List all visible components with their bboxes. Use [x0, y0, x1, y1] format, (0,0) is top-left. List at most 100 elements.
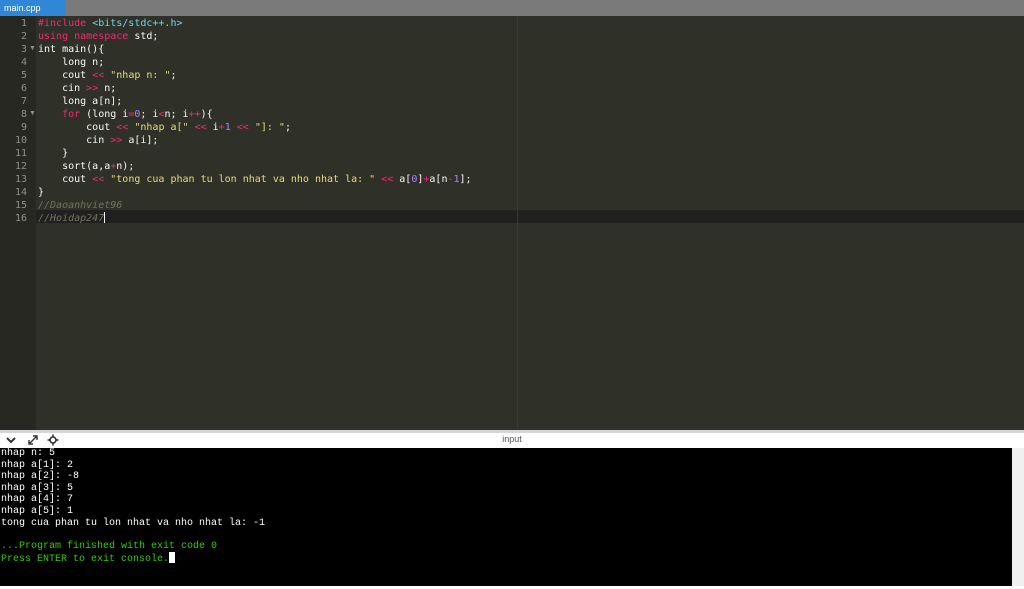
code-line[interactable]: cout << "nhap a[" << i+1 << "]: "; — [38, 121, 291, 134]
line-number: 15 — [14, 200, 27, 211]
console-header: input — [0, 433, 1024, 449]
line-number: 8 — [20, 109, 27, 120]
code-token: //Daoanhviet96 — [38, 200, 123, 211]
code-token: << — [92, 174, 105, 185]
code-token: ; i — [140, 109, 159, 120]
code-line[interactable]: long a[n]; — [38, 95, 122, 108]
line-number: 11 — [14, 148, 27, 159]
code-line[interactable]: for (long i=0; i<n; i++){ — [38, 108, 213, 121]
code-token: long a[n]; — [38, 96, 123, 107]
code-line[interactable]: #include <bits/stdc++.h> — [38, 17, 183, 30]
console-line: tong cua phan tu lon nhat va nho nhat la… — [1, 517, 266, 529]
console-line: nhap n: 5 — [1, 448, 56, 459]
console-line: nhap a[2]: -8 — [1, 471, 80, 483]
line-number: 4 — [20, 57, 27, 68]
console-line: nhap a[1]: 2 — [1, 459, 74, 471]
console-line: nhap a[4]: 7 — [1, 494, 74, 506]
tab-main-cpp[interactable]: main.cpp — [0, 0, 66, 16]
chevron-down-icon[interactable] — [5, 434, 17, 446]
expand-icon[interactable] — [27, 434, 39, 446]
line-number: 1 — [20, 18, 27, 29]
code-token: } — [38, 148, 69, 159]
code-token: sort(a,a — [38, 161, 111, 172]
code-token: << — [116, 122, 129, 133]
line-number: 9 — [20, 122, 27, 133]
code-token: "nhap n: " — [110, 70, 171, 81]
code-token: n; — [98, 83, 117, 94]
line-number: 2 — [20, 31, 27, 42]
code-line[interactable]: cout << "tong cua phan tu lon nhat va nh… — [38, 173, 472, 186]
console-line: nhap a[3]: 5 — [1, 482, 74, 494]
code-line[interactable]: } — [38, 147, 68, 160]
code-token: "tong cua phan tu lon nhat va nho nhat l… — [110, 174, 376, 185]
fold-arrow-icon[interactable]: ▼ — [29, 107, 36, 120]
code-token: i — [206, 122, 219, 133]
settings-icon[interactable] — [47, 434, 59, 446]
code-line[interactable]: cout << "nhap n: "; — [38, 69, 177, 82]
line-number: 7 — [20, 96, 27, 107]
code-token: ){ — [200, 109, 213, 120]
code-line[interactable]: int main(){ — [38, 43, 104, 56]
code-token: n); — [116, 161, 135, 172]
code-token: ++ — [188, 109, 201, 120]
code-token: } — [38, 187, 45, 198]
console-scrollbar[interactable] — [1012, 448, 1024, 586]
code-token: long n; — [38, 57, 105, 68]
code-token: cout — [38, 70, 93, 81]
code-token: <bits/stdc++.h> — [92, 18, 183, 29]
code-token: (long i — [80, 109, 129, 120]
code-token: << — [92, 70, 105, 81]
line-number: 13 — [14, 174, 27, 185]
code-token: //Hoidap247 — [38, 213, 105, 224]
console-cursor — [169, 552, 176, 564]
code-line[interactable]: //Daoanhviet96 — [38, 199, 122, 212]
code-token: >> — [86, 83, 99, 94]
code-token: ]; — [459, 174, 472, 185]
code-token: cin — [38, 135, 111, 146]
code-token: for — [62, 109, 81, 120]
code-token: #include — [38, 18, 93, 29]
tab-bar: main.cpp — [0, 0, 1024, 16]
console-output[interactable]: nhap n: 5 nhap a[1]: 2 nhap a[2]: -8 nhap a… — [0, 448, 1012, 586]
code-token: "nhap a[" — [134, 122, 189, 133]
code-line[interactable]: //Hoidap247 — [38, 212, 106, 225]
line-number: 12 — [14, 161, 27, 172]
code-token: ; — [170, 70, 177, 81]
code-line[interactable]: long n; — [38, 56, 104, 69]
code-token: n; i — [164, 109, 189, 120]
console-status-text: ...Program finished with exit code 0 — [1, 540, 218, 552]
code-token: cout — [38, 122, 117, 133]
code-token: << — [194, 122, 207, 133]
line-number: 5 — [20, 70, 27, 81]
code-token: a[i]; — [122, 135, 159, 146]
code-line[interactable]: } — [38, 186, 44, 199]
code-line[interactable]: cin >> n; — [38, 82, 116, 95]
code-token: "]: " — [254, 122, 285, 133]
code-token: using — [38, 31, 75, 42]
line-number: 10 — [14, 135, 27, 146]
code-line[interactable]: sort(a,a+n); — [38, 160, 134, 173]
line-number: 16 — [14, 213, 27, 224]
text-cursor — [104, 212, 106, 223]
line-number: 14 — [14, 187, 27, 198]
active-line-highlight — [36, 210, 1024, 223]
code-token: a[n — [429, 174, 448, 185]
console-title: input — [502, 434, 522, 444]
code-token: ; — [284, 122, 291, 133]
line-number: 3 — [20, 44, 27, 55]
code-line[interactable]: using namespace std; — [38, 30, 158, 43]
code-editor[interactable]: ▼ ▼ 1 2 3 4 5 6 7 8 9 10 11 12 13 14 15 16 #include <bi… — [0, 16, 1024, 430]
code-token: cin — [38, 83, 87, 94]
code-token: namespace — [74, 31, 135, 42]
fold-arrow-icon[interactable]: ▼ — [29, 42, 36, 55]
console-status-text: Press ENTER to exit console. — [1, 554, 170, 566]
code-token: int main(){ — [38, 44, 105, 55]
code-line[interactable]: cin >> a[i]; — [38, 134, 158, 147]
print-margin — [517, 16, 518, 430]
code-token: std; — [134, 31, 159, 42]
code-token: a[ — [393, 174, 412, 185]
code-token: cout — [38, 174, 93, 185]
code-token: >> — [110, 135, 123, 146]
line-number-gutter: ▼ ▼ 1 2 3 4 5 6 7 8 9 10 11 12 13 14 15 16 — [0, 16, 36, 430]
